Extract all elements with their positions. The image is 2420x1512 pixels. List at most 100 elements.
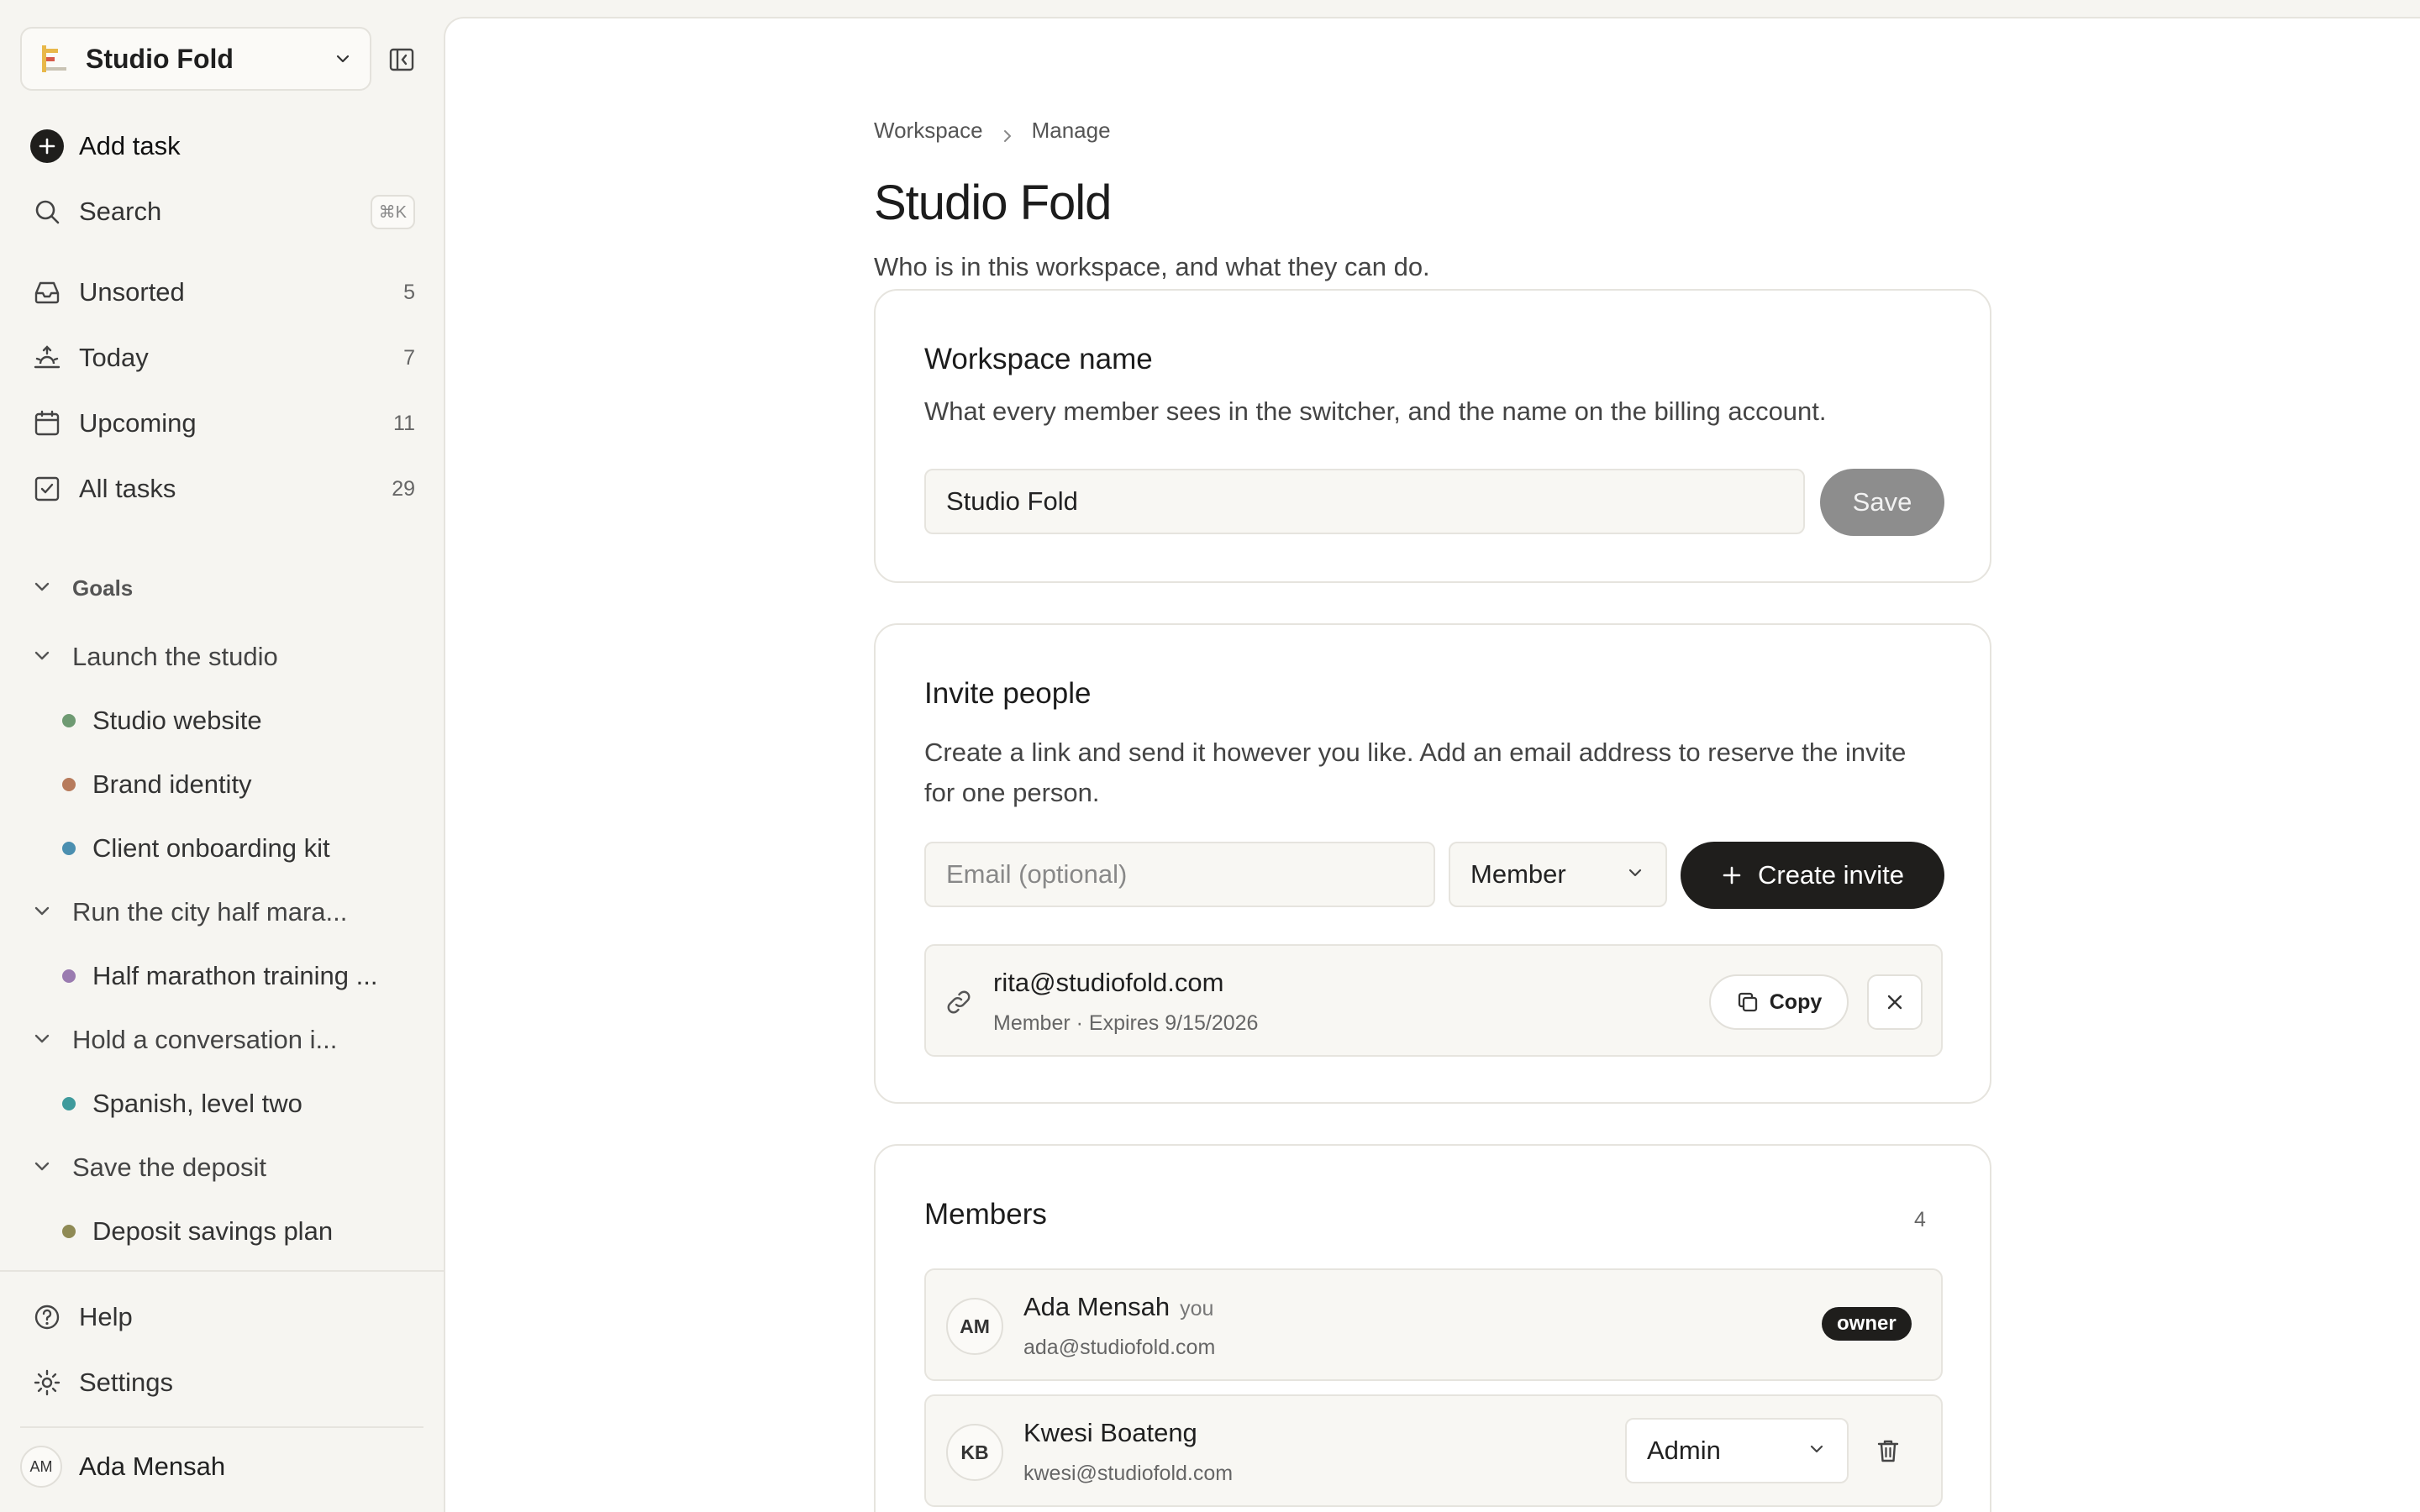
inbox-icon — [30, 276, 64, 309]
sidebar-item-upcoming[interactable]: Upcoming 11 — [30, 400, 415, 447]
project-item[interactable]: Deposit savings plan — [62, 1210, 415, 1253]
project-color-dot — [62, 778, 76, 791]
member-row: KB Kwesi Boateng kwesi@studiofold.com Ad… — [924, 1394, 1943, 1507]
sidebar-divider — [0, 1270, 444, 1272]
avatar: AM — [946, 1298, 1003, 1355]
workspace-logo-icon — [39, 44, 69, 74]
project-label: Client onboarding kit — [92, 833, 330, 863]
page-subtitle: Who is in this workspace, and what they … — [874, 252, 1430, 281]
member-row: AM Ada Mensah you ada@studiofold.com owne… — [924, 1268, 1943, 1381]
workspace-switcher[interactable]: Studio Fold — [20, 27, 371, 91]
chevron-down-icon — [30, 1026, 54, 1054]
chevron-down-icon — [30, 1154, 54, 1182]
goal-item[interactable]: Launch the studio — [30, 635, 417, 679]
help-button[interactable]: Help — [30, 1294, 415, 1341]
help-label: Help — [79, 1302, 133, 1331]
sidebar-divider — [20, 1426, 424, 1428]
project-color-dot — [62, 714, 76, 727]
settings-label: Settings — [79, 1368, 174, 1397]
breadcrumb: Workspace Manage — [874, 118, 1111, 144]
sidebar-item-label: Upcoming — [79, 408, 197, 438]
project-label: Studio website — [92, 706, 262, 735]
avatar: KB — [946, 1424, 1003, 1481]
chevron-down-icon — [1625, 859, 1645, 890]
card-title: Workspace name — [924, 343, 1153, 375]
search-icon — [30, 195, 64, 228]
goal-label: Save the deposit — [72, 1152, 266, 1182]
chevron-right-icon — [1000, 123, 1015, 142]
invite-email-input[interactable] — [924, 842, 1435, 907]
checkbox-icon — [30, 472, 64, 506]
page-title: Studio Fold — [874, 176, 1112, 230]
settings-button[interactable]: Settings — [30, 1359, 415, 1406]
project-label: Brand identity — [92, 769, 252, 799]
member-name: Ada Mensah — [1023, 1292, 1171, 1321]
trash-icon[interactable] — [1874, 1436, 1902, 1469]
search-button[interactable]: Search ⌘K — [30, 188, 415, 235]
link-icon — [944, 988, 973, 1021]
member-role-value: Admin — [1647, 1436, 1721, 1465]
sidebar-item-today[interactable]: Today 7 — [30, 334, 415, 381]
chevron-down-icon — [30, 575, 54, 602]
add-task-button[interactable]: Add task — [30, 123, 415, 170]
sidebar-item-label: Today — [79, 343, 149, 372]
goal-label: Launch the studio — [72, 642, 278, 671]
save-button[interactable]: Save — [1820, 469, 1944, 536]
copy-label: Copy — [1769, 990, 1823, 1014]
copy-icon — [1736, 990, 1760, 1014]
breadcrumb-manage: Manage — [1031, 118, 1111, 143]
sidebar-item-count: 5 — [403, 280, 415, 304]
invite-role-value: Member — [1470, 859, 1566, 889]
project-color-dot — [62, 842, 76, 855]
member-email: kwesi@studiofold.com — [1023, 1462, 1234, 1485]
sunrise-icon — [30, 341, 64, 375]
goal-item[interactable]: Hold a conversation i... — [30, 1018, 417, 1062]
project-color-dot — [62, 1225, 76, 1238]
project-item[interactable]: Half marathon training ... — [62, 954, 415, 998]
card-title: Invite people — [924, 677, 1092, 710]
collapse-sidebar-icon[interactable] — [388, 47, 415, 72]
goal-item[interactable]: Run the city half mara... — [30, 890, 417, 934]
user-name: Ada Mensah — [79, 1452, 226, 1481]
project-item[interactable]: Brand identity — [62, 763, 415, 806]
sidebar: Studio Fold Add task Search ⌘K Unsorted … — [0, 0, 444, 1512]
chevron-down-icon — [30, 899, 54, 927]
project-label: Spanish, level two — [92, 1089, 302, 1118]
invite-people-card: Invite people Create a link and send it … — [874, 623, 1991, 1104]
members-card: Members 4 AM Ada Mensah you ada@studiofol… — [874, 1144, 1991, 1512]
goal-label: Run the city half mara... — [72, 897, 348, 927]
sidebar-item-count: 11 — [393, 411, 415, 435]
invite-role-select[interactable]: Member — [1449, 842, 1667, 907]
chevron-down-icon — [333, 49, 353, 69]
goals-section-toggle[interactable]: Goals — [30, 575, 133, 602]
project-item[interactable]: Client onboarding kit — [62, 827, 415, 870]
avatar: AM — [20, 1446, 62, 1488]
sidebar-item-label: Unsorted — [79, 277, 185, 307]
copy-invite-button[interactable]: Copy — [1709, 974, 1849, 1030]
create-invite-button[interactable]: Create invite — [1681, 842, 1944, 909]
member-role-select[interactable]: Admin — [1625, 1418, 1849, 1483]
goal-label: Hold a conversation i... — [72, 1025, 338, 1054]
role-badge: owner — [1822, 1307, 1912, 1341]
gear-icon — [30, 1366, 64, 1399]
workspace-name-card: Workspace name What every member sees in… — [874, 289, 1991, 583]
project-color-dot — [62, 969, 76, 983]
sidebar-item-all-tasks[interactable]: All tasks 29 — [30, 465, 415, 512]
member-name-line: Ada Mensah you — [1023, 1292, 1213, 1322]
project-item[interactable]: Studio website — [62, 699, 415, 743]
invite-email: rita@studiofold.com — [993, 968, 1224, 997]
close-icon — [1885, 992, 1905, 1012]
user-menu[interactable]: AM Ada Mensah — [20, 1443, 225, 1490]
sidebar-item-label: All tasks — [79, 474, 176, 503]
goal-item[interactable]: Save the deposit — [30, 1146, 417, 1189]
you-tag: you — [1180, 1297, 1214, 1320]
plus-circle-icon — [30, 129, 64, 163]
project-item[interactable]: Spanish, level two — [62, 1082, 415, 1126]
revoke-invite-button[interactable] — [1867, 974, 1923, 1030]
workspace-name-input[interactable] — [924, 469, 1805, 534]
plus-icon — [1721, 864, 1743, 886]
project-color-dot — [62, 1097, 76, 1110]
sidebar-item-unsorted[interactable]: Unsorted 5 — [30, 269, 415, 316]
members-count: 4 — [1914, 1208, 1926, 1231]
breadcrumb-workspace[interactable]: Workspace — [874, 118, 983, 144]
